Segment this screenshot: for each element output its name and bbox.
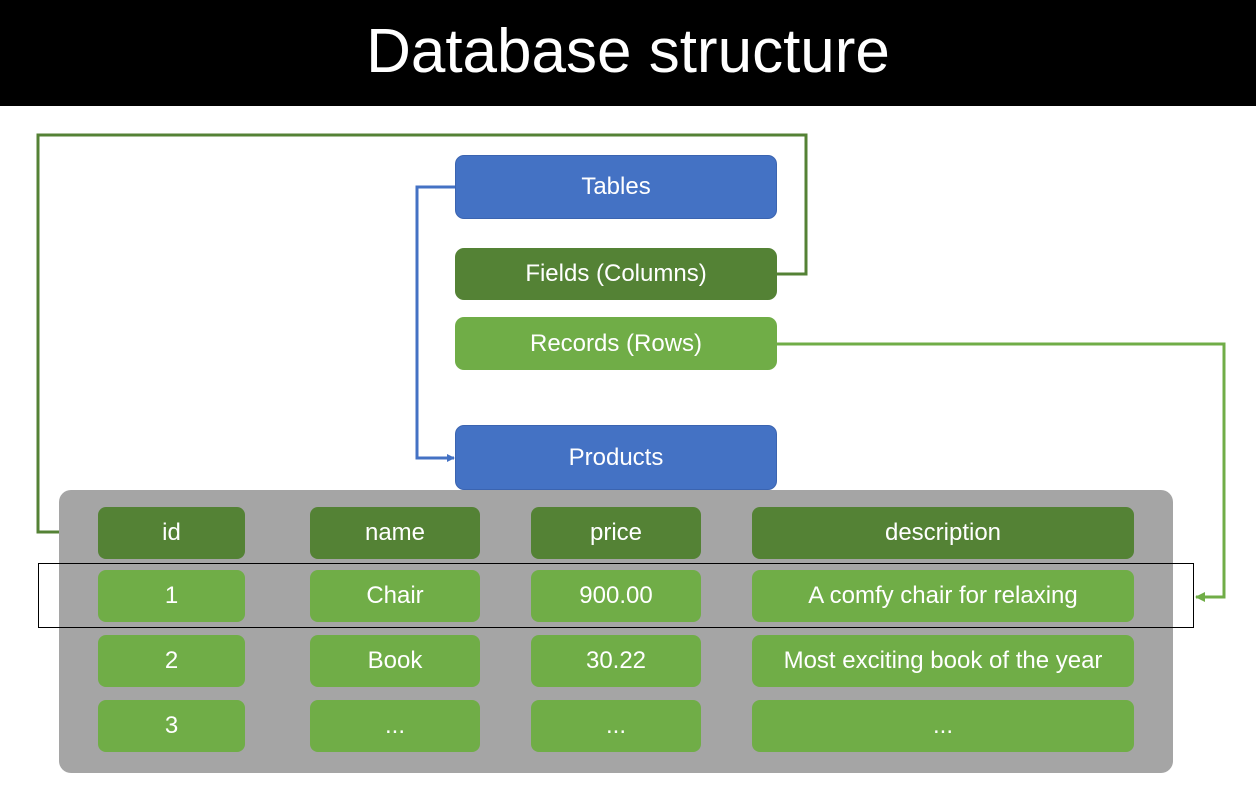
table-cell: 30.22 (531, 635, 701, 687)
cell-value: ... (384, 712, 405, 739)
column-header-description: description (752, 507, 1134, 559)
fields-label: Fields (Columns) (525, 260, 707, 287)
column-header-name: name (310, 507, 480, 559)
table-cell: ... (310, 700, 480, 752)
table-cell: ... (531, 700, 701, 752)
table-cell: 900.00 (531, 570, 701, 622)
cell-value: ... (605, 712, 626, 739)
cell-value: 30.22 (585, 647, 647, 674)
column-header-price: price (531, 507, 701, 559)
table-cell: Chair (310, 570, 480, 622)
cell-value: A comfy chair for relaxing (808, 582, 1078, 609)
cell-value: 3 (164, 712, 179, 739)
products-table-box: Products (455, 425, 777, 490)
fields-box: Fields (Columns) (455, 248, 777, 300)
records-label: Records (Rows) (529, 329, 703, 357)
column-header-label: id (162, 519, 181, 546)
cell-value: ... (932, 712, 953, 739)
records-box: Records (Rows) (455, 317, 777, 370)
cell-value: Book (367, 647, 423, 674)
table-cell: A comfy chair for relaxing (752, 570, 1134, 622)
table-cell: 3 (98, 700, 245, 752)
table-cell: 2 (98, 635, 245, 687)
cell-value: Most exciting book of the year (783, 647, 1103, 674)
column-header-label: price (589, 519, 643, 546)
tables-to-products-connector (415, 185, 456, 462)
cell-value: 2 (164, 647, 179, 674)
tables-label: Tables (581, 173, 651, 200)
tables-box: Tables (455, 155, 777, 219)
products-label: Products (568, 443, 664, 471)
column-header-label: description (884, 519, 1002, 546)
cell-value: 1 (164, 582, 179, 609)
cell-value: Chair (366, 582, 424, 609)
cell-value: 900.00 (579, 582, 653, 609)
table-cell: Book (310, 635, 480, 687)
column-header-label: name (364, 519, 426, 546)
table-cell: Most exciting book of the year (752, 635, 1134, 687)
table-cell: 1 (98, 570, 245, 622)
column-header-id: id (98, 507, 245, 559)
table-cell: ... (752, 700, 1134, 752)
